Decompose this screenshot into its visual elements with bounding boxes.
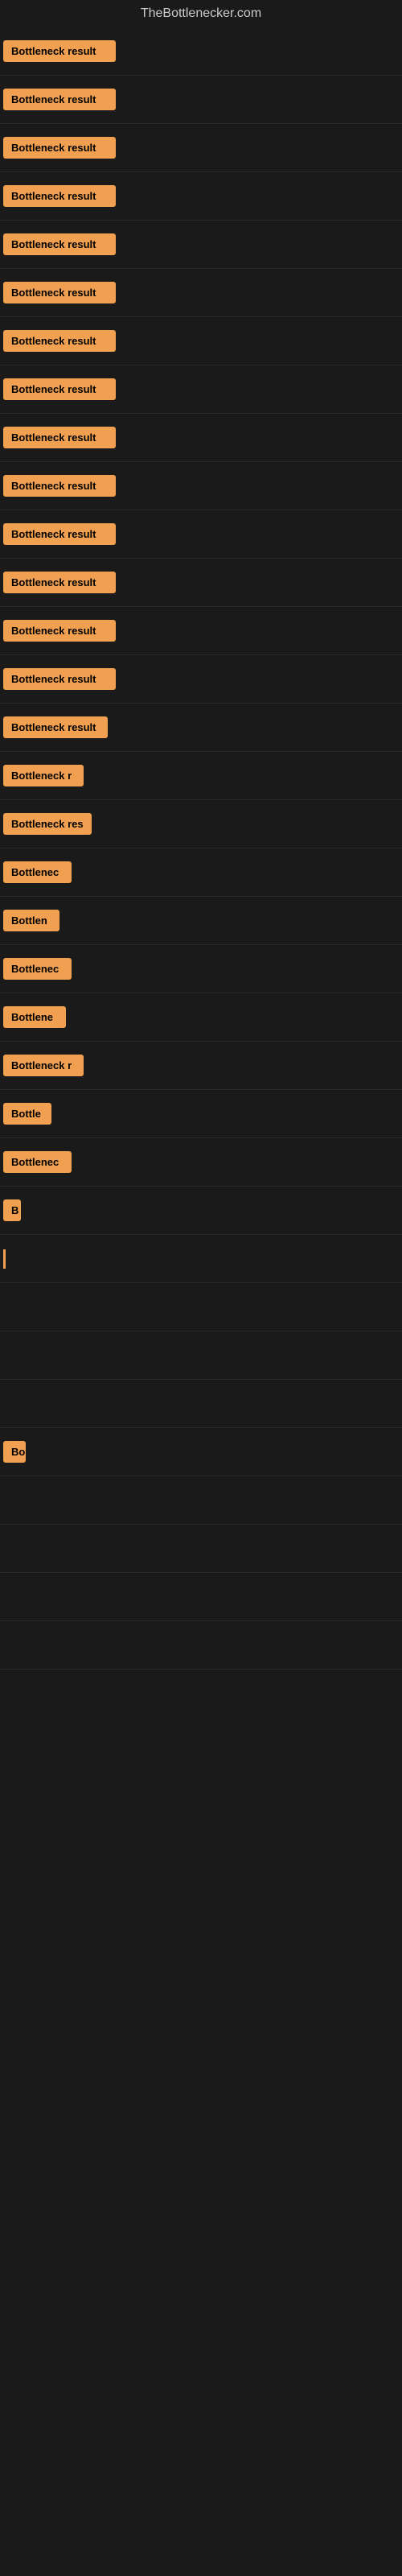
bottleneck-item[interactable] <box>0 1331 402 1380</box>
bottleneck-item[interactable] <box>0 1476 402 1525</box>
bottleneck-item[interactable]: Bottleneck result <box>0 76 402 124</box>
bottleneck-badge: Bottle <box>3 1103 51 1125</box>
bottleneck-badge: Bottleneck result <box>3 89 116 110</box>
bottleneck-badge: Bottleneck r <box>3 1055 84 1076</box>
bottleneck-item[interactable]: Bottlen <box>0 897 402 945</box>
bottleneck-item[interactable]: B <box>0 1187 402 1235</box>
bottleneck-badge: Bottleneck result <box>3 282 116 303</box>
bottleneck-item[interactable]: Bottleneck result <box>0 704 402 752</box>
bottleneck-item[interactable]: Bottleneck result <box>0 462 402 510</box>
bottleneck-item[interactable]: Bottleneck r <box>0 1042 402 1090</box>
site-title: TheBottlenecker.com <box>0 0 402 27</box>
bottleneck-item[interactable]: Bottlenec <box>0 848 402 897</box>
bottleneck-badge: Bottleneck result <box>3 40 116 62</box>
site-title-container: TheBottlenecker.com <box>0 0 402 27</box>
bottleneck-item[interactable] <box>0 1621 402 1670</box>
bottleneck-item[interactable]: Bottleneck result <box>0 221 402 269</box>
bottleneck-badge: Bottleneck result <box>3 185 116 207</box>
bottleneck-badge: Bottleneck r <box>3 765 84 786</box>
bottleneck-item[interactable]: Bottlenec <box>0 1138 402 1187</box>
bottleneck-badge: Bottleneck result <box>3 378 116 400</box>
bottleneck-item[interactable]: Bottleneck result <box>0 317 402 365</box>
bottleneck-bar <box>3 1249 6 1269</box>
bottleneck-badge: Bottlenec <box>3 861 72 883</box>
bottleneck-badge: Bottleneck result <box>3 716 108 738</box>
bottleneck-item[interactable]: Bottleneck result <box>0 269 402 317</box>
bottleneck-badge: Bottleneck result <box>3 620 116 642</box>
bottleneck-badge: Bottleneck result <box>3 668 116 690</box>
bottleneck-item[interactable]: Bottleneck result <box>0 27 402 76</box>
bottleneck-item[interactable]: Bottle <box>0 1090 402 1138</box>
bottleneck-item[interactable]: Bottleneck result <box>0 655 402 704</box>
bottleneck-badge: Bottlen <box>3 910 59 931</box>
bottleneck-item[interactable]: Bottleneck result <box>0 559 402 607</box>
bottleneck-badge: Bottleneck result <box>3 523 116 545</box>
bottleneck-item[interactable]: Bottleneck r <box>0 752 402 800</box>
bottleneck-item[interactable] <box>0 1573 402 1621</box>
bottleneck-badge: Bo <box>3 1441 26 1463</box>
bottleneck-badge: Bottlenec <box>3 1151 72 1173</box>
bottleneck-item[interactable]: Bottleneck result <box>0 172 402 221</box>
bottleneck-item[interactable]: Bottleneck result <box>0 365 402 414</box>
items-list: Bottleneck result Bottleneck result Bottle… <box>0 27 402 1670</box>
bottleneck-item[interactable]: Bottleneck result <box>0 124 402 172</box>
bottleneck-item[interactable] <box>0 1235 402 1283</box>
bottleneck-item[interactable]: Bottleneck result <box>0 607 402 655</box>
bottleneck-item[interactable] <box>0 1380 402 1428</box>
bottleneck-badge: Bottleneck result <box>3 475 116 497</box>
bottleneck-badge: Bottleneck result <box>3 330 116 352</box>
bottleneck-item[interactable] <box>0 1283 402 1331</box>
bottleneck-badge: Bottleneck res <box>3 813 92 835</box>
bottleneck-badge: Bottleneck result <box>3 233 116 255</box>
bottleneck-item[interactable] <box>0 1525 402 1573</box>
bottleneck-badge: Bottlene <box>3 1006 66 1028</box>
bottleneck-item[interactable]: Bottlenec <box>0 945 402 993</box>
bottleneck-badge: Bottlenec <box>3 958 72 980</box>
bottleneck-item[interactable]: Bottleneck res <box>0 800 402 848</box>
bottleneck-item[interactable]: Bo <box>0 1428 402 1476</box>
bottleneck-item[interactable]: Bottleneck result <box>0 510 402 559</box>
bottleneck-badge: Bottleneck result <box>3 427 116 448</box>
bottleneck-item[interactable]: Bottlene <box>0 993 402 1042</box>
bottleneck-badge: B <box>3 1199 21 1221</box>
bottleneck-badge: Bottleneck result <box>3 572 116 593</box>
bottleneck-item[interactable]: Bottleneck result <box>0 414 402 462</box>
bottleneck-badge: Bottleneck result <box>3 137 116 159</box>
